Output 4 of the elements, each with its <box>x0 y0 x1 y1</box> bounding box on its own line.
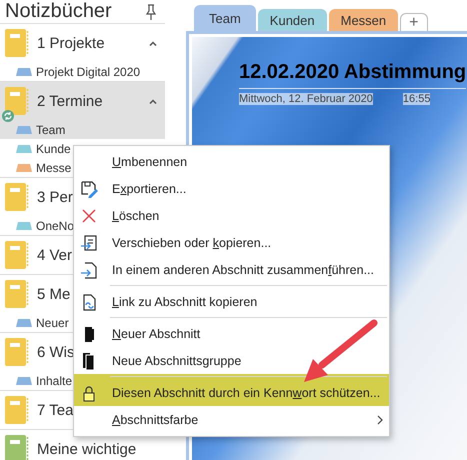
sidebar-title: Notizbücher <box>5 0 112 23</box>
page-date: Mittwoch, 12. Februar 2020 <box>239 93 373 105</box>
page-time: 16:55 <box>402 93 430 105</box>
page-title: 12.02.2020 Abstimmung <box>239 61 466 89</box>
